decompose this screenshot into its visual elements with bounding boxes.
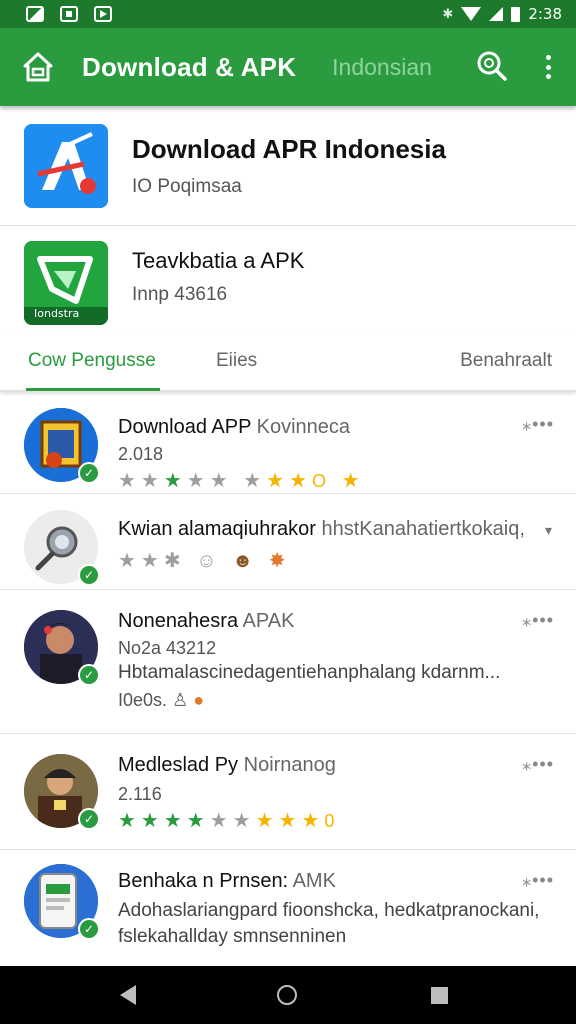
featured-app-card[interactable]: Iondstra Teavkbatia a APK Innp 43616 bbox=[0, 226, 576, 332]
avatar: ✓ bbox=[24, 754, 100, 830]
active-tab-indicator bbox=[26, 388, 160, 391]
recents-icon[interactable] bbox=[431, 987, 448, 1004]
item-menu-icon[interactable]: ⁎••• bbox=[522, 754, 554, 775]
list-item[interactable]: ✓ Nonenahesra APAK No2a 43212 Hbtamalasc… bbox=[0, 590, 576, 734]
app-subtitle: Indonsian bbox=[332, 53, 432, 80]
list-item-title: Kwian alamaqiuhrakor hhstKanahatiertkoka… bbox=[118, 518, 525, 540]
battery-icon bbox=[511, 6, 521, 22]
home-icon[interactable] bbox=[22, 51, 54, 83]
navigation-bar bbox=[0, 966, 576, 1024]
verified-badge-icon: ✓ bbox=[78, 564, 100, 586]
play-triangle-icon: Iondstra bbox=[24, 241, 108, 325]
list-item-description: Hbtamalascinedagentiehanphalang kdarnm..… bbox=[118, 662, 501, 683]
rating-stars: ★★★★★ ★★★O ★ bbox=[118, 470, 365, 492]
verified-badge-icon: ✓ bbox=[78, 918, 100, 940]
featured-subtitle: IO Poqimsaa bbox=[132, 176, 242, 197]
tab-overview[interactable]: Cow Pengusse bbox=[28, 350, 156, 372]
app-store-icon bbox=[24, 124, 108, 208]
list-item-title: Benhaka n Prnsen: AMK bbox=[118, 870, 336, 892]
item-menu-icon[interactable]: ⁎••• bbox=[522, 414, 554, 435]
play-icon bbox=[94, 6, 112, 22]
rating-stars: ★★★★★★★★★0 bbox=[118, 810, 340, 832]
verified-badge-icon: ✓ bbox=[78, 462, 100, 484]
avatar: ✓ bbox=[24, 864, 100, 940]
verified-badge-icon: ✓ bbox=[78, 808, 100, 830]
wifi-icon bbox=[461, 7, 482, 21]
list-item[interactable]: ✓ Medleslad Py Noirnanog 2.116 ★★★★★★★★★… bbox=[0, 734, 576, 850]
home-button-icon[interactable] bbox=[277, 985, 297, 1005]
list-item[interactable]: ✓ Kwian alamaqiuhrakor hhstKanahatiertko… bbox=[0, 494, 576, 590]
download-icon bbox=[60, 6, 78, 22]
tab-bar: Cow Pengusse Eiies Benahraalt bbox=[0, 332, 576, 392]
list-item-footer: I0e0s. ♙ ● bbox=[118, 690, 205, 710]
rating-stars: ★★✱ ☺ ☻ ✸ bbox=[118, 550, 291, 572]
featured-title: Teavkbatia a APK bbox=[132, 248, 305, 273]
list-item-description: fslekahallday smnsenninen bbox=[118, 926, 347, 947]
list-item-description: Adohaslariangpard fioonshcka, hedkatpran… bbox=[118, 900, 540, 921]
image-icon bbox=[26, 6, 44, 22]
search-icon[interactable] bbox=[476, 50, 508, 82]
avatar: ✓ bbox=[24, 408, 100, 484]
list-item[interactable]: ✓ Download APP Kovinneca 2.018 ★★★★★ ★★★… bbox=[0, 394, 576, 494]
back-icon[interactable] bbox=[120, 985, 136, 1005]
featured-title: Download APR Indonesia bbox=[132, 134, 446, 164]
avatar: ✓ bbox=[24, 510, 100, 586]
app-title: Download & APK bbox=[82, 51, 297, 82]
list-item-meta: 2.018 bbox=[118, 444, 164, 464]
tab-benchmark[interactable]: Benahraalt bbox=[460, 350, 552, 372]
chevron-down-icon[interactable]: ▾ bbox=[545, 522, 552, 539]
featured-icon-label: Iondstra bbox=[34, 307, 80, 320]
item-menu-icon[interactable]: ⁎••• bbox=[522, 610, 554, 631]
status-bar: ✱ 2:38 bbox=[0, 0, 576, 28]
featured-app-card[interactable]: Download APR Indonesia IO Poqimsaa bbox=[0, 106, 576, 226]
list-item-meta: No2a 43212 bbox=[118, 638, 217, 658]
verified-badge-icon: ✓ bbox=[78, 664, 100, 686]
list-item-title: Medleslad Py Noirnanog bbox=[118, 754, 336, 776]
list-item-title: Nonenahesra APAK bbox=[118, 610, 295, 632]
avatar: ✓ bbox=[24, 610, 100, 686]
featured-subtitle: Innp 43616 bbox=[132, 284, 228, 305]
tab-files[interactable]: Eiies bbox=[216, 350, 257, 372]
item-menu-icon[interactable]: ⁎••• bbox=[522, 870, 554, 891]
app-bar: Download & APK Indonsian bbox=[0, 28, 576, 106]
status-time: 2:38 bbox=[528, 5, 562, 23]
bluetooth-icon: ✱ bbox=[442, 6, 454, 22]
signal-icon bbox=[489, 7, 504, 21]
list-item-title: Download APP Kovinneca bbox=[118, 416, 351, 438]
list-item-meta: 2.116 bbox=[118, 784, 162, 804]
more-options-icon[interactable] bbox=[538, 52, 558, 82]
list-item[interactable]: ✓ Benhaka n Prnsen: AMK Adohaslariangpar… bbox=[0, 850, 576, 966]
